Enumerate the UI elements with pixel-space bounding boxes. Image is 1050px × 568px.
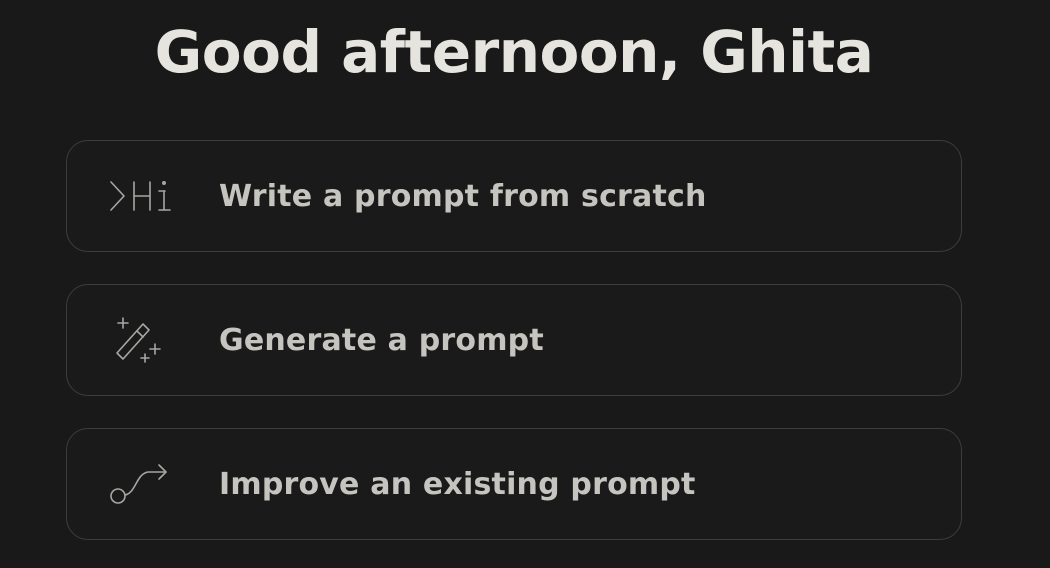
- greeting-heading: Good afternoon, Ghita: [154, 18, 874, 86]
- generate-prompt-option[interactable]: Generate a prompt: [66, 284, 962, 396]
- terminal-hi-icon: [108, 172, 172, 220]
- write-from-scratch-option[interactable]: Write a prompt from scratch: [66, 140, 962, 252]
- generate-prompt-label: Generate a prompt: [219, 322, 544, 358]
- curve-arrow-icon: [108, 460, 172, 508]
- prompt-options-list: Write a prompt from scratch Generate a p…: [66, 140, 962, 540]
- magic-wand-icon: [108, 316, 172, 364]
- improve-prompt-label: Improve an existing prompt: [219, 466, 696, 502]
- write-from-scratch-label: Write a prompt from scratch: [219, 178, 707, 214]
- improve-prompt-option[interactable]: Improve an existing prompt: [66, 428, 962, 540]
